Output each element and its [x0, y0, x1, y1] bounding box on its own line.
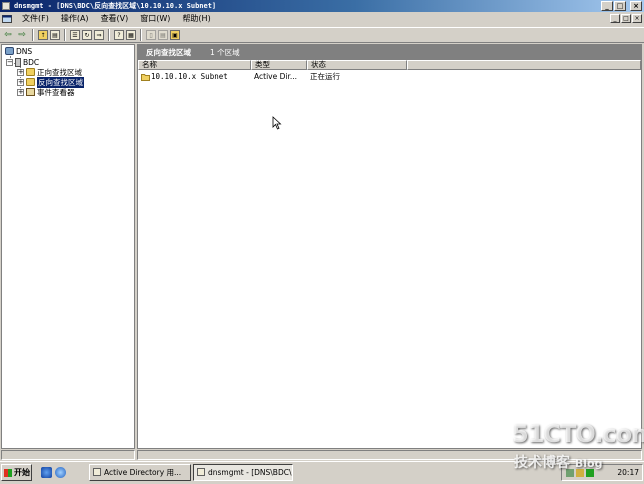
event-viewer-icon — [26, 88, 35, 96]
console-icon[interactable] — [2, 14, 12, 24]
list-icon[interactable]: ▤ — [158, 30, 168, 40]
expand-icon[interactable]: + — [17, 88, 24, 96]
column-header-name[interactable]: 名称 — [138, 60, 251, 70]
toolbar-separator — [64, 29, 66, 41]
folder-icon — [26, 68, 35, 76]
server-icon[interactable]: ▯ — [146, 30, 156, 40]
system-tray: 20:17 — [561, 464, 643, 481]
mdi-close-button[interactable]: × — [632, 14, 642, 23]
toolbar-separator — [32, 29, 34, 41]
server-icon — [15, 57, 21, 67]
help-icon[interactable]: ? — [114, 30, 124, 40]
minimize-button[interactable]: _ — [601, 1, 613, 11]
expand-icon[interactable]: + — [17, 68, 24, 76]
menu-window[interactable]: 窗口(W) — [134, 12, 176, 26]
details-header-title: 反向查找区域 — [146, 48, 191, 57]
ad-users-icon — [93, 468, 101, 476]
tray-volume-icon[interactable] — [576, 469, 584, 477]
toolbar-separator — [140, 29, 142, 41]
taskbar: 开始 Active Directory 用... dnsmgmt - [DNS\… — [0, 461, 644, 484]
menu-help[interactable]: 帮助(H) — [176, 12, 216, 26]
mmc-window: dnsmgmt - [DNS\BDC\反向查找区域\10.10.10.x Sub… — [0, 0, 644, 461]
menu-view[interactable]: 查看(V) — [95, 12, 135, 26]
show-tree-icon[interactable]: ▤ — [50, 30, 60, 40]
forward-arrow-icon[interactable]: ⇨ — [16, 29, 28, 41]
task-label: dnsmgmt - [DNS\BDC\... — [208, 468, 293, 477]
tree-item-label: DNS — [16, 46, 33, 56]
zone-icon[interactable]: ▣ — [170, 30, 180, 40]
start-button[interactable]: 开始 — [1, 464, 32, 481]
tree-item-label: BDC — [23, 57, 40, 67]
back-arrow-icon[interactable]: ⇦ — [2, 29, 14, 41]
tree-item-forward-zones[interactable]: + 正向查找区域 — [17, 67, 82, 77]
details-header: 反向查找区域 1 个区域 — [138, 45, 641, 60]
status-segment — [1, 450, 135, 460]
collapse-icon[interactable]: − — [6, 58, 13, 66]
console-tree[interactable]: DNS − BDC + 正向查找区域 + 反向查找区域 + 事件查看器 — [1, 44, 135, 449]
tree-item-label: 事件查看器 — [37, 87, 75, 97]
mdi-minimize-button[interactable]: _ — [610, 14, 620, 23]
toolbar-separator — [108, 29, 110, 41]
task-button-dnsmgmt[interactable]: dnsmgmt - [DNS\BDC\... — [193, 464, 293, 481]
mouse-cursor-icon — [272, 116, 282, 130]
toolbar: ⇦ ⇨ ↑ ▤ ☰ ↻ ⇒ ? ▦ ▯ ▤ ▣ — [0, 27, 644, 43]
app-icon[interactable] — [2, 2, 10, 10]
menu-bar: 文件(F) 操作(A) 查看(V) 窗口(W) 帮助(H) _ □ × — [0, 12, 644, 26]
window-title: dnsmgmt - [DNS\BDC\反向查找区域\10.10.10.x Sub… — [14, 2, 217, 10]
folder-open-icon — [26, 78, 35, 86]
dnsmgmt-icon — [197, 468, 205, 476]
start-label: 开始 — [14, 468, 30, 477]
column-header-type[interactable]: 类型 — [251, 60, 307, 70]
menu-action[interactable]: 操作(A) — [55, 12, 95, 26]
quicklaunch-explorer-icon[interactable] — [55, 467, 66, 478]
clock[interactable]: 20:17 — [617, 465, 639, 480]
zone-folder-icon — [141, 74, 150, 81]
close-button[interactable]: × — [630, 1, 642, 11]
row-status: 正在运行 — [310, 72, 340, 81]
column-header-filler — [407, 60, 641, 70]
column-header-status[interactable]: 状态 — [307, 60, 407, 70]
mdi-restore-button[interactable]: □ — [621, 14, 631, 23]
tray-v-icon[interactable] — [586, 469, 594, 477]
menu-file[interactable]: 文件(F) — [16, 12, 55, 26]
export-list-icon[interactable]: ⇒ — [94, 30, 104, 40]
windows-logo-icon — [4, 468, 12, 477]
tree-item-dns[interactable]: DNS — [5, 46, 32, 56]
status-bar — [0, 450, 644, 461]
task-label: Active Directory 用... — [104, 468, 182, 477]
dns-icon — [5, 47, 14, 55]
console-tree-icon[interactable]: ▦ — [126, 30, 136, 40]
title-bar[interactable]: dnsmgmt - [DNS\BDC\反向查找区域\10.10.10.x Sub… — [0, 0, 644, 12]
tray-network-icon[interactable] — [566, 469, 574, 477]
tree-item-event-viewer[interactable]: + 事件查看器 — [17, 87, 75, 97]
task-button-active-directory[interactable]: Active Directory 用... — [89, 464, 191, 481]
expand-icon[interactable]: + — [17, 78, 24, 86]
tree-item-reverse-zones[interactable]: + 反向查找区域 — [17, 76, 84, 88]
status-segment — [137, 450, 642, 460]
quicklaunch-ie-icon[interactable] — [41, 467, 52, 478]
tree-item-server[interactable]: − BDC — [6, 57, 39, 67]
maximize-button[interactable]: □ — [614, 1, 626, 11]
up-folder-icon[interactable]: ↑ — [38, 30, 48, 40]
row-type: Active Dir... — [254, 72, 297, 81]
refresh-icon[interactable]: ↻ — [82, 30, 92, 40]
details-header-count: 1 个区域 — [210, 48, 240, 57]
properties-icon[interactable]: ☰ — [70, 30, 80, 40]
details-pane[interactable]: 反向查找区域 1 个区域 名称 类型 状态 10.10.10.x Subnet … — [137, 44, 642, 449]
row-name: 10.10.10.x Subnet — [151, 72, 228, 81]
